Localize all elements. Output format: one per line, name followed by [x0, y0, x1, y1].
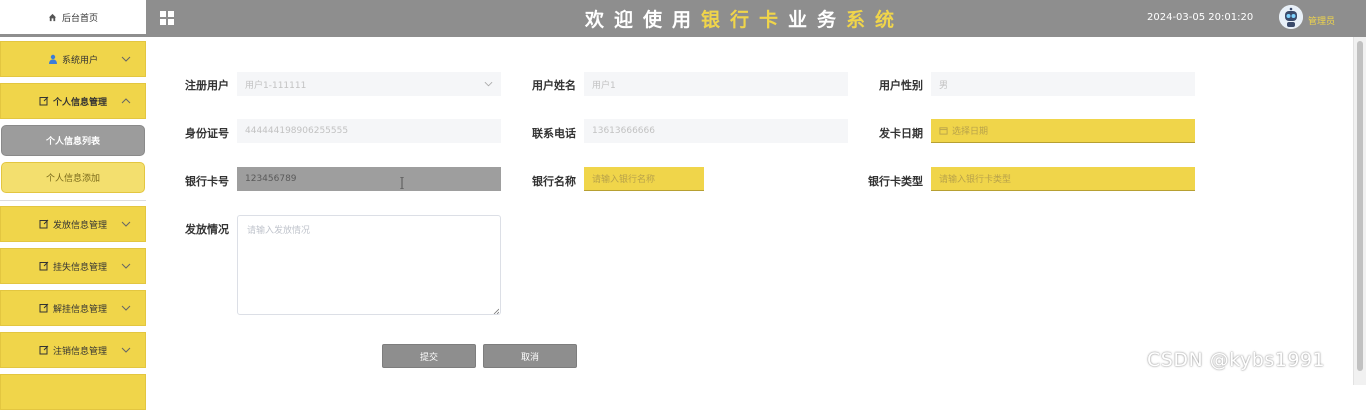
issue-date-placeholder: 选择日期	[952, 127, 989, 137]
chevron-up-icon	[121, 97, 131, 107]
sidebar-item-label: 解挂信息管理	[52, 304, 107, 315]
phone-value: 13613666666	[592, 126, 655, 136]
home-link[interactable]: 后台首页	[0, 0, 146, 34]
chevron-down-icon	[121, 262, 131, 272]
gender-field[interactable]: 男	[931, 72, 1195, 96]
issuance-textarea[interactable]: 请输入发放情况	[237, 215, 501, 315]
sidebar-item-loss-report[interactable]: 挂失信息管理	[0, 248, 146, 284]
menu-grid-icon[interactable]	[160, 11, 174, 25]
calendar-icon	[939, 126, 948, 135]
edit-icon	[39, 261, 49, 271]
card-number-value: 123456789	[245, 174, 297, 184]
register-user-value: 用户1-111111	[245, 80, 307, 91]
sidebar-item-more[interactable]	[0, 374, 146, 410]
top-header: 后台首页 欢迎使用银行卡业务系统 2024-03-05 20:01:20 管理员	[0, 0, 1366, 37]
phone-field[interactable]: 13613666666	[584, 119, 848, 143]
sidebar: 系统用户 个人信息管理 个人信息列表 个人信息添加 发放信息管理 挂失信息管理 …	[0, 37, 146, 410]
sidebar-item-issue-info[interactable]: 发放信息管理	[0, 206, 146, 242]
edit-icon	[39, 345, 49, 355]
home-icon	[48, 13, 57, 21]
current-datetime: 2024-03-05 20:01:20	[1147, 12, 1254, 23]
issuance-label: 发放情况	[185, 223, 229, 236]
sidebar-item-label: 注销信息管理	[52, 346, 107, 357]
user-name-value: 用户1	[592, 80, 616, 91]
id-number-label: 身份证号	[185, 127, 229, 140]
resize-handle-icon[interactable]	[493, 307, 500, 315]
site-title: 欢迎使用银行卡业务系统	[585, 9, 905, 31]
sidebar-subitem-personal-info-list[interactable]: 个人信息列表	[1, 125, 145, 156]
chevron-down-icon	[121, 55, 131, 65]
id-number-field[interactable]: 444444198906255555	[237, 119, 501, 143]
chevron-down-icon	[121, 220, 131, 230]
sidebar-item-cancellation[interactable]: 注销信息管理	[0, 332, 146, 368]
sidebar-item-label: 发放信息管理	[52, 220, 107, 231]
chevron-down-icon	[121, 346, 131, 356]
watermark: CSDN @kybs1991	[1147, 349, 1326, 371]
sidebar-subitem-label: 个人信息添加	[45, 174, 100, 184]
sidebar-item-system-users[interactable]: 系统用户	[0, 41, 146, 77]
chevron-down-icon	[484, 80, 493, 90]
vertical-scrollbar[interactable]	[1353, 37, 1366, 385]
sidebar-item-unfreeze[interactable]: 解挂信息管理	[0, 290, 146, 326]
sidebar-subitem-label: 个人信息列表	[45, 137, 100, 147]
robot-avatar-icon	[1279, 5, 1303, 29]
user-name-label: 用户姓名	[532, 79, 576, 92]
username[interactable]: 管理员	[1308, 14, 1335, 27]
chevron-down-icon	[121, 304, 131, 314]
edit-icon	[39, 303, 49, 313]
sidebar-item-personal-info[interactable]: 个人信息管理	[0, 83, 146, 119]
cancel-button[interactable]: 取消	[483, 344, 577, 368]
gender-value: 男	[939, 80, 949, 91]
submit-button[interactable]: 提交	[382, 344, 476, 368]
card-number-field[interactable]: 123456789	[237, 167, 501, 191]
card-type-placeholder: 请输入银行卡类型	[939, 175, 1012, 185]
edit-icon	[39, 219, 49, 229]
bank-name-field[interactable]: 请输入银行名称	[584, 167, 704, 191]
sidebar-item-label: 挂失信息管理	[52, 262, 107, 273]
edit-icon	[39, 96, 49, 106]
bank-name-label: 银行名称	[532, 175, 576, 188]
issue-date-label: 发卡日期	[879, 127, 923, 140]
sidebar-item-label: 系统用户	[61, 55, 98, 66]
home-label: 后台首页	[61, 13, 98, 24]
text-cursor-icon	[399, 174, 405, 190]
user-icon	[48, 54, 58, 64]
sidebar-item-label: 个人信息管理	[52, 97, 107, 108]
card-type-label: 银行卡类型	[868, 175, 923, 188]
avatar[interactable]	[1279, 5, 1303, 29]
register-user-label: 注册用户	[185, 79, 229, 92]
card-number-label: 银行卡号	[185, 175, 229, 188]
issue-date-picker[interactable]: 选择日期	[931, 119, 1195, 143]
bank-name-placeholder: 请输入银行名称	[592, 175, 656, 185]
sidebar-subitem-personal-info-add[interactable]: 个人信息添加	[1, 162, 145, 193]
user-name-field[interactable]: 用户1	[584, 72, 848, 96]
personal-info-form: 注册用户 用户1-111111 用户姓名 用户1 用户性别 男 身份证号 444…	[146, 37, 1366, 385]
card-type-field[interactable]: 请输入银行卡类型	[931, 167, 1195, 191]
id-number-value: 444444198906255555	[245, 126, 349, 136]
issuance-placeholder: 请输入发放情况	[247, 226, 311, 236]
divider	[0, 200, 146, 201]
register-user-select[interactable]: 用户1-111111	[237, 72, 501, 96]
gender-label: 用户性别	[879, 79, 923, 92]
scrollbar-thumb[interactable]	[1357, 41, 1363, 371]
phone-label: 联系电话	[532, 127, 576, 140]
